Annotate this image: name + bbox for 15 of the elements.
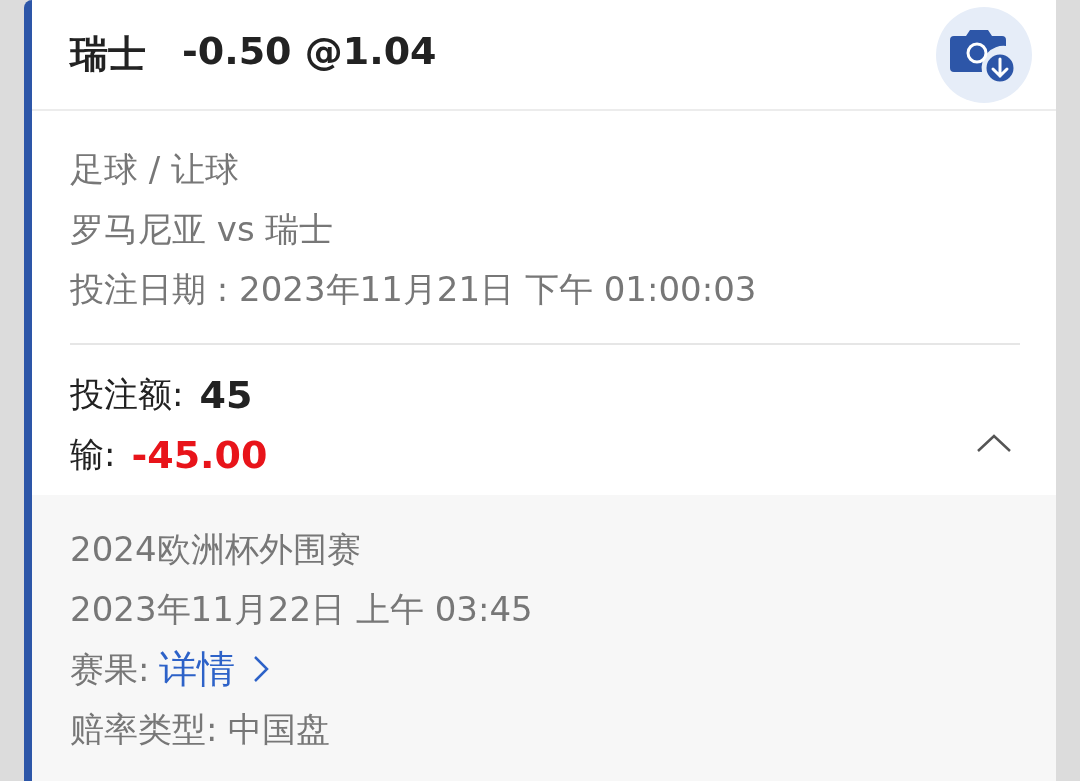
result-label: 赛果: (70, 648, 150, 691)
result-amount: -45.00 (131, 433, 268, 477)
detail-text: 2023年11月22日 上午 03:45 (70, 588, 534, 631)
bet-info-text: 罗马尼亚 vs 瑞士 (70, 208, 335, 251)
details-link[interactable]: 详情 (159, 639, 270, 699)
selection-name: 瑞士 (70, 31, 146, 78)
result-label: 输: (70, 433, 116, 476)
bet-info-text: 投注日期 : 2023年11月21日 下午 01:00:03 (70, 268, 758, 311)
stake-label: 投注额: (70, 373, 184, 416)
chevron-right-icon (253, 654, 270, 684)
detail-text: 2024欧洲杯外围赛 (70, 528, 362, 571)
detail-text: 赔率类型: 中国盘 (70, 708, 332, 751)
stake-amount: 45 (199, 373, 253, 417)
odds-line: -0.50 @1.04 (182, 29, 437, 75)
bet-info-text: 足球 / 让球 (70, 148, 241, 191)
